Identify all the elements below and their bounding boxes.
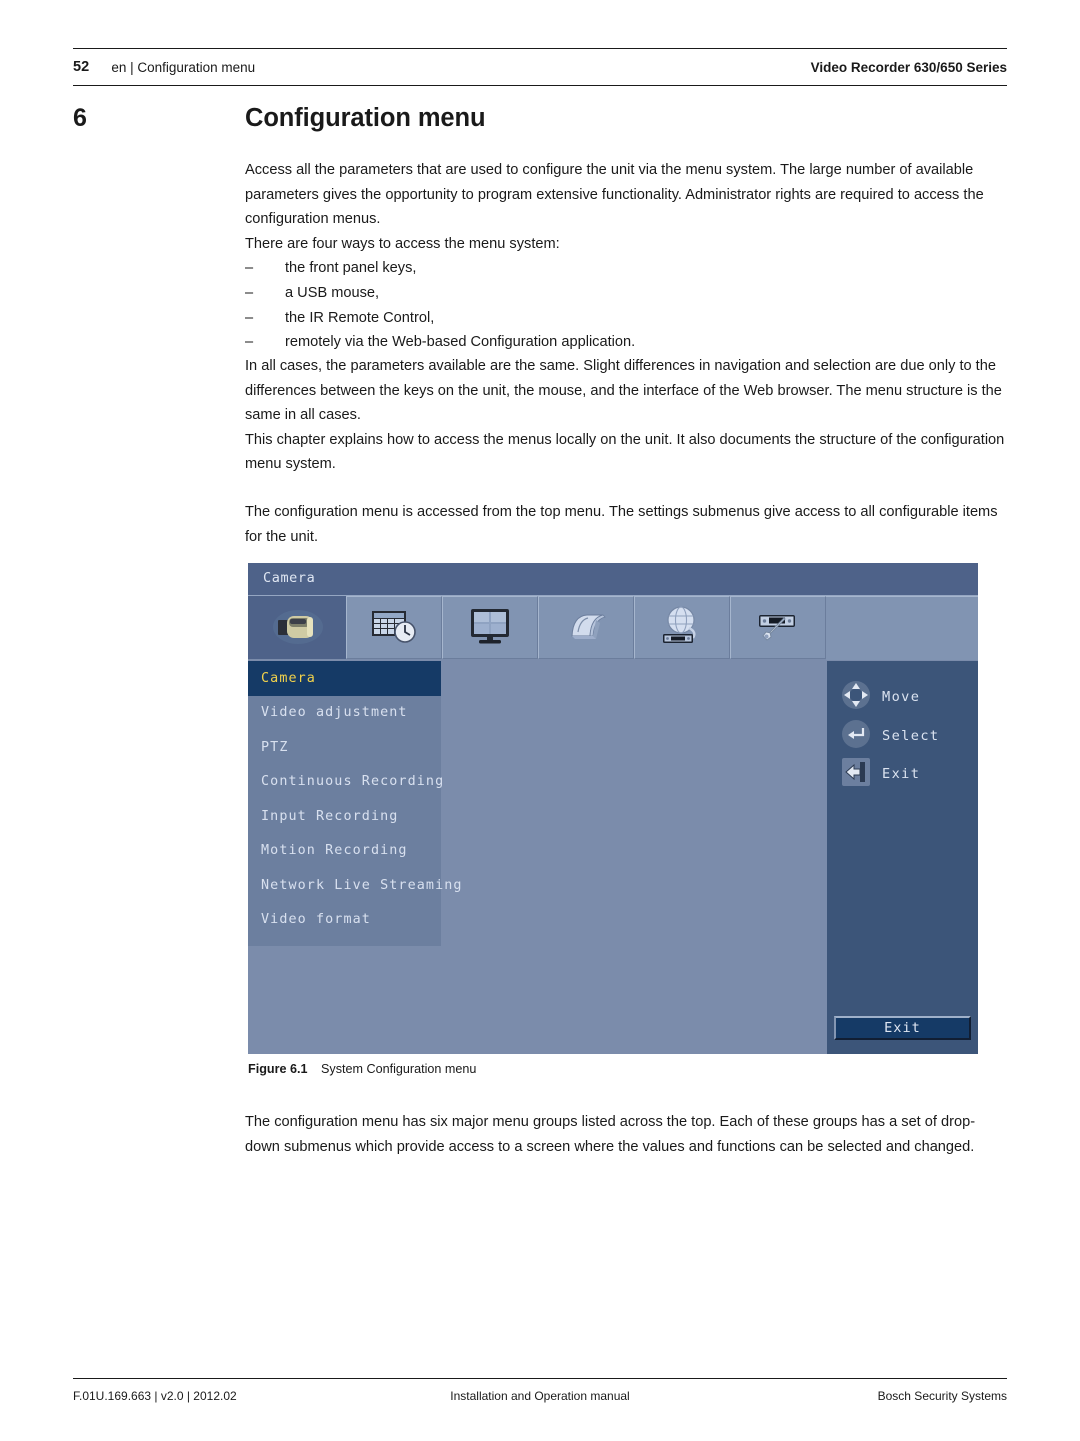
submenu-item-label: Motion Recording — [261, 843, 408, 859]
submenu-item-label: Continuous Recording — [261, 774, 445, 790]
submenu-item-label: Camera — [261, 670, 316, 686]
paragraph: This chapter explains how to access the … — [245, 431, 1005, 473]
dash-bullet: – — [245, 260, 254, 277]
access-methods-list: – the front panel keys, – a USB mouse, –… — [245, 256, 1005, 354]
osd-title: Camera — [263, 570, 316, 586]
figure-lead-in-text: The configuration menu is accessed from … — [245, 500, 1005, 549]
hint-label: Move — [882, 689, 921, 705]
submenu-item-label: Network Live Streaming — [261, 877, 463, 893]
header-section-label: en | Configuration menu — [111, 59, 256, 75]
submenu-item-label: Video adjustment — [261, 705, 408, 721]
chapter-number: 6 — [73, 104, 87, 132]
hint-move: Move — [841, 680, 920, 714]
tab-camera[interactable] — [248, 596, 346, 659]
figure-6-1: Camera Camera Video adjustment PTZ Conti… — [248, 563, 978, 1054]
paragraph: In all cases, the parameters available a… — [245, 358, 1002, 424]
list-item-label: remotely via the Web-based Configuration… — [285, 334, 636, 351]
figure-caption-label: Figure 6.1 — [248, 1062, 308, 1076]
hint-label: Select — [882, 728, 940, 744]
page-footer: F.01U.169.663 | v2.0 | 2012.02 Installat… — [73, 1378, 1007, 1413]
dash-bullet: – — [245, 334, 254, 351]
list-item: – the front panel keys, — [245, 256, 1005, 281]
submenu-item-network-live-streaming[interactable]: Network Live Streaming — [248, 868, 461, 903]
hint-select: Select — [841, 719, 940, 753]
submenu-item-continuous-recording[interactable]: Continuous Recording — [248, 765, 445, 800]
intro-text-block: Access all the parameters that are used … — [245, 158, 1005, 355]
footer-manual-title: Installation and Operation manual — [450, 1389, 630, 1403]
running-header: 52 en | Configuration menu Video Recorde… — [73, 48, 1007, 86]
submenu-item-ptz[interactable]: PTZ — [248, 730, 441, 765]
submenu-item-label: PTZ — [261, 739, 289, 755]
header-product-label: Video Recorder 630/650 Series — [810, 59, 1007, 75]
submenu-item-camera[interactable]: Camera — [248, 661, 441, 696]
paragraph: There are four ways to access the menu s… — [245, 235, 560, 252]
submenu-item-label: Video format — [261, 912, 371, 928]
exit-button[interactable]: Exit — [834, 1016, 971, 1040]
page-title: Configuration menu — [245, 104, 486, 132]
submenu-item-video-adjustment[interactable]: Video adjustment — [248, 696, 441, 731]
submenu-item-input-recording[interactable]: Input Recording — [248, 799, 441, 834]
schedule-clock-icon — [368, 606, 420, 650]
list-item-label: the front panel keys, — [285, 260, 417, 277]
figure-follow-up-text: The configuration menu has six major men… — [245, 1110, 1005, 1159]
osd-submenu-list: Camera Video adjustment PTZ Continuous R… — [248, 661, 461, 946]
exit-button-label: Exit — [884, 1020, 921, 1036]
network-globe-icon — [655, 605, 709, 651]
exit-door-icon — [841, 757, 871, 791]
submenu-item-video-format[interactable]: Video format — [248, 903, 441, 938]
dash-bullet: – — [245, 309, 254, 326]
footer-company: Bosch Security Systems — [877, 1389, 1007, 1403]
tab-event[interactable] — [538, 596, 634, 659]
hint-label: Exit — [882, 766, 921, 782]
osd-titlebar: Camera — [248, 563, 978, 596]
tab-system[interactable] — [730, 596, 826, 659]
osd-hint-panel: Move Select Exit Exit — [827, 661, 978, 1054]
tab-display[interactable] — [442, 596, 538, 659]
figure-caption: Figure 6.1 System Configuration menu — [248, 1062, 978, 1076]
event-stack-icon — [560, 606, 612, 650]
paragraph: The configuration menu has six major men… — [245, 1114, 976, 1155]
submenu-item-label: Input Recording — [261, 808, 399, 824]
list-item-label: a USB mouse, — [285, 284, 380, 301]
list-item: – a USB mouse, — [245, 281, 1005, 306]
dpad-move-icon — [841, 680, 871, 714]
list-item-label: the IR Remote Control, — [285, 309, 435, 326]
tab-strip-filler — [826, 596, 978, 660]
hint-exit: Exit — [841, 757, 920, 791]
tab-network[interactable] — [634, 596, 730, 659]
list-item: – remotely via the Web-based Configurati… — [245, 330, 1005, 355]
camera-icon — [270, 606, 324, 650]
submenu-item-motion-recording[interactable]: Motion Recording — [248, 834, 441, 869]
navigation-text-block: In all cases, the parameters available a… — [245, 354, 1005, 477]
osd-main-area: Camera Video adjustment PTZ Continuous R… — [248, 661, 978, 1054]
osd-screenshot: Camera Camera Video adjustment PTZ Conti… — [248, 563, 978, 1054]
dash-bullet: – — [245, 284, 254, 301]
display-monitor-icon — [466, 606, 514, 650]
document-page: 52 en | Configuration menu Video Recorde… — [0, 0, 1080, 1441]
paragraph: The configuration menu is accessed from … — [245, 504, 998, 545]
paragraph: Access all the parameters that are used … — [245, 162, 984, 228]
tab-schedule[interactable] — [346, 596, 442, 659]
figure-caption-text: System Configuration menu — [321, 1062, 477, 1076]
osd-tab-strip — [248, 596, 978, 661]
header-page-number: 52 — [73, 59, 90, 75]
system-wrench-icon — [751, 606, 805, 650]
chapter-heading: 6 Configuration menu — [73, 104, 1007, 133]
list-item: – the IR Remote Control, — [245, 306, 1005, 331]
enter-key-icon — [841, 719, 871, 753]
footer-document-id: F.01U.169.663 | v2.0 | 2012.02 — [73, 1389, 237, 1403]
